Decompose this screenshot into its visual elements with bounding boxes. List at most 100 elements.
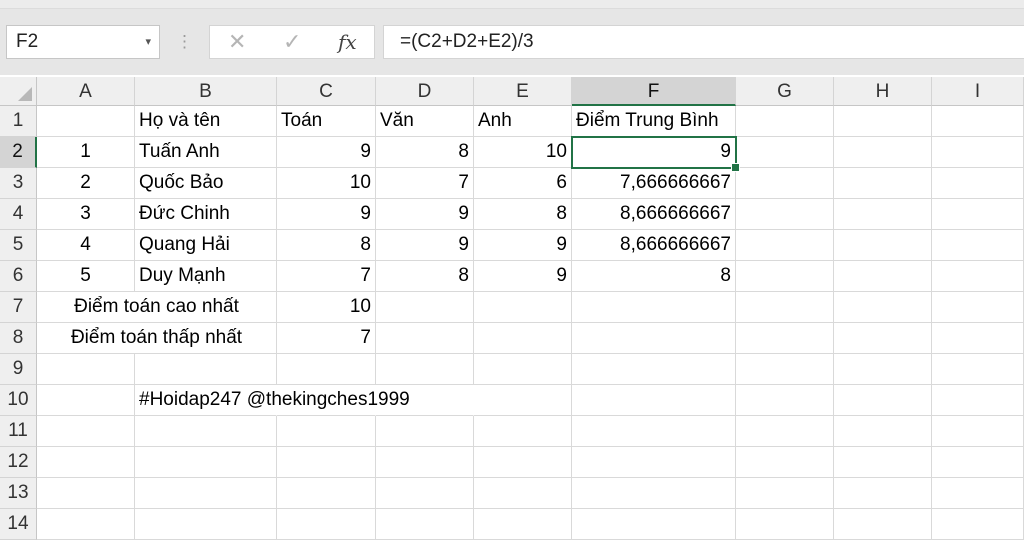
cell-i8[interactable] — [932, 323, 1024, 354]
cell-e8[interactable] — [474, 323, 572, 354]
cell-e12[interactable] — [474, 447, 572, 478]
cell-f12[interactable] — [572, 447, 736, 478]
cell-i13[interactable] — [932, 478, 1024, 509]
cell-b3[interactable]: Quốc Bảo — [135, 168, 277, 199]
cell-i10[interactable] — [932, 385, 1024, 416]
column-header-h[interactable]: H — [834, 77, 932, 106]
cell-h9[interactable] — [834, 354, 932, 385]
cell-d13[interactable] — [376, 478, 474, 509]
cell-d2[interactable]: 8 — [376, 137, 474, 168]
cell-h7[interactable] — [834, 292, 932, 323]
cell-i14[interactable] — [932, 509, 1024, 540]
cell-i12[interactable] — [932, 447, 1024, 478]
cell-a4[interactable]: 3 — [37, 199, 135, 230]
cell-i5[interactable] — [932, 230, 1024, 261]
cell-d1[interactable]: Văn — [376, 106, 474, 137]
cell-b10[interactable]: #Hoidap247 @thekingches1999 — [135, 385, 410, 416]
cell-f13[interactable] — [572, 478, 736, 509]
cell-g13[interactable] — [736, 478, 834, 509]
cell-f9[interactable] — [572, 354, 736, 385]
cancel-icon[interactable]: ✕ — [228, 29, 246, 55]
cell-d5[interactable]: 9 — [376, 230, 474, 261]
cell-d7[interactable] — [376, 292, 474, 323]
select-all-button[interactable] — [0, 77, 37, 106]
cell-c14[interactable] — [277, 509, 376, 540]
cell-e14[interactable] — [474, 509, 572, 540]
row-header-1[interactable]: 1 — [0, 106, 37, 137]
cell-f14[interactable] — [572, 509, 736, 540]
cell-i7[interactable] — [932, 292, 1024, 323]
cell-f8[interactable] — [572, 323, 736, 354]
cell-e13[interactable] — [474, 478, 572, 509]
cell-h14[interactable] — [834, 509, 932, 540]
cell-h1[interactable] — [834, 106, 932, 137]
cell-c4[interactable]: 9 — [277, 199, 376, 230]
cell-g3[interactable] — [736, 168, 834, 199]
enter-icon[interactable]: ✓ — [283, 29, 301, 55]
cell-a3[interactable]: 2 — [37, 168, 135, 199]
cell-h5[interactable] — [834, 230, 932, 261]
cell-b14[interactable] — [135, 509, 277, 540]
row-header-4[interactable]: 4 — [0, 199, 37, 230]
cell-b11[interactable] — [135, 416, 277, 447]
cell-g1[interactable] — [736, 106, 834, 137]
cell-h8[interactable] — [834, 323, 932, 354]
cell-h2[interactable] — [834, 137, 932, 168]
cell-a13[interactable] — [37, 478, 135, 509]
cell-i1[interactable] — [932, 106, 1024, 137]
cell-g12[interactable] — [736, 447, 834, 478]
cell-g2[interactable] — [736, 137, 834, 168]
column-header-a[interactable]: A — [37, 77, 135, 106]
cell-e9[interactable] — [474, 354, 572, 385]
drag-handle-icon[interactable]: ⋮ — [176, 32, 193, 52]
insert-function-icon[interactable]: fx — [338, 29, 357, 55]
cell-i9[interactable] — [932, 354, 1024, 385]
cell-c3[interactable]: 10 — [277, 168, 376, 199]
cell-f3[interactable]: 7,666666667 — [572, 168, 736, 199]
row-header-14[interactable]: 14 — [0, 509, 37, 540]
cell-f6[interactable]: 8 — [572, 261, 736, 292]
cell-a14[interactable] — [37, 509, 135, 540]
cell-f1[interactable]: Điểm Trung Bình — [572, 106, 736, 137]
cell-b9[interactable] — [135, 354, 277, 385]
cell-a9[interactable] — [37, 354, 135, 385]
cell-e11[interactable] — [474, 416, 572, 447]
cell-a2[interactable]: 1 — [37, 137, 135, 168]
cell-e4[interactable]: 8 — [474, 199, 572, 230]
cell-a1[interactable] — [37, 106, 135, 137]
cell-c7[interactable]: 10 — [277, 292, 376, 323]
cell-h4[interactable] — [834, 199, 932, 230]
row-header-7[interactable]: 7 — [0, 292, 37, 323]
cell-d6[interactable]: 8 — [376, 261, 474, 292]
row-header-8[interactable]: 8 — [0, 323, 37, 354]
cell-f5[interactable]: 8,666666667 — [572, 230, 736, 261]
cell-d3[interactable]: 7 — [376, 168, 474, 199]
cell-g14[interactable] — [736, 509, 834, 540]
cell-i2[interactable] — [932, 137, 1024, 168]
cell-e10[interactable] — [474, 385, 572, 416]
cell-g9[interactable] — [736, 354, 834, 385]
cell-c2[interactable]: 9 — [277, 137, 376, 168]
row-header-5[interactable]: 5 — [0, 230, 37, 261]
cell-c9[interactable] — [277, 354, 376, 385]
cell-d9[interactable] — [376, 354, 474, 385]
cell-c13[interactable] — [277, 478, 376, 509]
cell-f2[interactable]: 9 — [572, 137, 736, 168]
cell-h13[interactable] — [834, 478, 932, 509]
cell-c8[interactable]: 7 — [277, 323, 376, 354]
column-header-d[interactable]: D — [376, 77, 474, 106]
cell-b1[interactable]: Họ và tên — [135, 106, 277, 137]
column-header-g[interactable]: G — [736, 77, 834, 106]
cell-h12[interactable] — [834, 447, 932, 478]
column-header-f[interactable]: F — [572, 77, 736, 106]
row-header-9[interactable]: 9 — [0, 354, 37, 385]
cell-b12[interactable] — [135, 447, 277, 478]
cell-a5[interactable]: 4 — [37, 230, 135, 261]
cell-f10[interactable] — [572, 385, 736, 416]
cell-c6[interactable]: 7 — [277, 261, 376, 292]
cell-g4[interactable] — [736, 199, 834, 230]
cell-b2[interactable]: Tuấn Anh — [135, 137, 277, 168]
row-header-12[interactable]: 12 — [0, 447, 37, 478]
cell-g6[interactable] — [736, 261, 834, 292]
cell-b6[interactable]: Duy Mạnh — [135, 261, 277, 292]
